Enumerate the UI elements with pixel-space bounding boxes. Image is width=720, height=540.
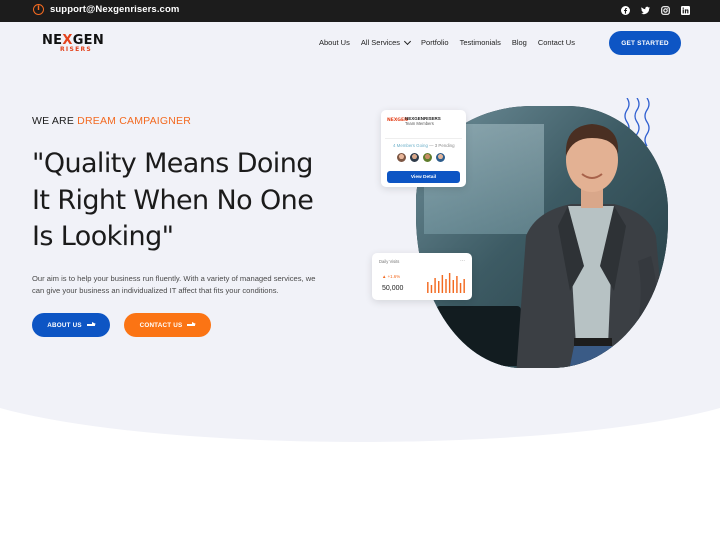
view-detail-button[interactable]: View Detail xyxy=(387,171,460,183)
visits-value: 50,000 xyxy=(382,285,404,292)
more-options-icon[interactable]: ... xyxy=(460,257,465,263)
nav-all-services[interactable]: All Services xyxy=(361,37,412,47)
visits-bar xyxy=(430,285,433,293)
avatar xyxy=(409,152,420,163)
facebook-icon[interactable] xyxy=(621,6,630,15)
logo-subtext: RISERS xyxy=(60,46,93,53)
hero-headline: "Quality Means Doing It Right When No On… xyxy=(32,148,314,252)
nav-blog[interactable]: Blog xyxy=(512,38,527,47)
avatar xyxy=(422,152,433,163)
get-started-button[interactable]: GET STARTED xyxy=(609,31,681,55)
visits-bar xyxy=(438,281,440,293)
visits-bar xyxy=(456,276,458,293)
visits-title: Daily Visits xyxy=(379,259,400,264)
email-link[interactable]: support@Nexgenrisers.com xyxy=(50,4,179,15)
about-us-label: ABOUT US xyxy=(47,321,82,329)
visits-bar xyxy=(427,282,429,293)
avatar xyxy=(435,152,446,163)
nav-portfolio[interactable]: Portfolio xyxy=(421,38,449,47)
card-subtitle: Team Members xyxy=(405,121,434,126)
linkedin-icon[interactable] xyxy=(681,6,690,15)
top-bar: support@Nexgenrisers.com xyxy=(0,0,720,22)
main-nav: About Us All Services Portfolio Testimon… xyxy=(319,37,575,47)
hero-description: Our aim is to help your business run flu… xyxy=(32,274,316,295)
visits-bar xyxy=(448,273,451,293)
about-us-button[interactable]: ABOUT US xyxy=(32,313,110,337)
nav-about-us[interactable]: About Us xyxy=(319,38,350,47)
visits-bar xyxy=(452,280,454,293)
arrow-right-icon xyxy=(187,322,197,326)
visits-bar-chart xyxy=(427,273,465,293)
daily-visits-card: Daily Visits ... ▲ +1.6% 50,000 xyxy=(372,253,472,300)
member-avatars xyxy=(396,152,446,163)
arrow-right-icon xyxy=(86,322,96,326)
nav-testimonials[interactable]: Testimonials xyxy=(460,38,501,47)
visits-bar xyxy=(434,278,436,293)
divider xyxy=(385,138,462,139)
visits-bar xyxy=(459,283,462,293)
contact-email[interactable]: support@Nexgenrisers.com xyxy=(33,3,179,15)
visits-bar xyxy=(445,279,447,293)
contact-us-label: CONTACT US xyxy=(139,321,183,329)
avatar xyxy=(396,152,407,163)
team-members-card: NEXGEN NEXGENRISERS Team Members 4 Membe… xyxy=(381,110,466,187)
brand-logo[interactable]: NEXGEN RISERS xyxy=(42,33,112,57)
chevron-down-icon xyxy=(404,37,412,45)
hero-kicker: WE ARE DREAM CAMPAIGNER xyxy=(32,115,192,127)
page: support@Nexgenrisers.com NEXGEN RISERS A… xyxy=(0,0,720,540)
social-links xyxy=(621,6,690,15)
person-photo xyxy=(516,124,668,368)
nav-contact-us[interactable]: Contact Us xyxy=(538,38,575,47)
visits-change: ▲ +1.6% xyxy=(382,274,401,279)
team-status: 4 Members Going — 3 Pending xyxy=(393,143,455,148)
instagram-icon[interactable] xyxy=(661,6,670,15)
info-icon xyxy=(33,3,44,15)
contact-us-button[interactable]: CONTACT US xyxy=(124,313,211,337)
visits-bar xyxy=(463,279,465,293)
twitter-icon[interactable] xyxy=(641,6,650,15)
visits-bar xyxy=(441,275,444,293)
